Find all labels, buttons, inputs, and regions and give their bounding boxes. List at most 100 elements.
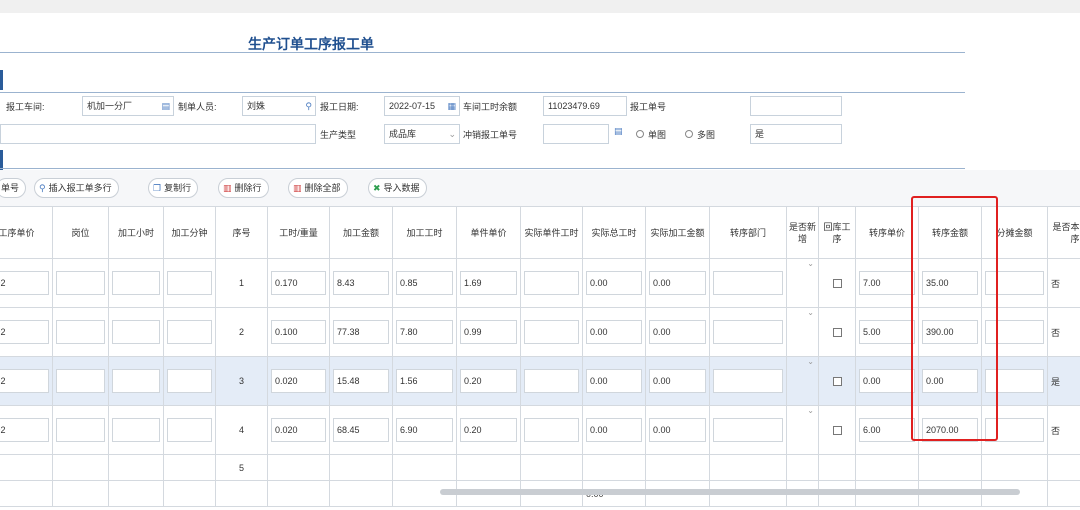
return-proc-checkbox[interactable] [832,377,842,387]
transfer-dept-cell[interactable] [713,320,783,344]
col-header[interactable]: 实际总工时 [582,206,646,259]
lookup-icon[interactable]: ▤ [161,97,170,115]
transfer-price-cell[interactable]: 0.00 [859,369,915,393]
actual-piece-hours-cell[interactable] [524,369,579,393]
col-header[interactable]: 加工工时 [392,206,457,259]
piece-price-cell[interactable]: 0.99 [460,320,517,344]
col-header[interactable]: 加工金额 [329,206,393,259]
col-header[interactable]: 实际加工金额 [645,206,710,259]
col-header[interactable]: 单件单价 [456,206,521,259]
workshop-field[interactable]: 机加一分厂 ▤ [82,96,174,116]
hours-weight-cell[interactable]: 0.020 [271,418,326,442]
amount-cell[interactable]: 68.45 [333,418,389,442]
insert-rows-button[interactable]: ⚲ 插入报工单多行 [34,178,119,198]
hours-weight-cell[interactable]: 0.020 [271,369,326,393]
return-proc-checkbox[interactable] [832,426,842,436]
col-header[interactable]: 回库工序 [818,206,856,259]
transfer-dept-cell[interactable] [713,418,783,442]
transfer-dept-cell[interactable] [713,271,783,295]
production-type-select[interactable]: 成品库 ⌄ [384,124,460,144]
actual-total-hours-cell[interactable]: 0.00 [586,271,642,295]
unit-price-cell[interactable]: 9.92 [0,418,49,442]
proc-minute-cell[interactable] [167,271,212,295]
proc-minute-cell[interactable] [167,320,212,344]
creator-field[interactable]: 刘姝 ⚲ [242,96,316,116]
piece-price-cell[interactable]: 0.20 [460,418,517,442]
import-data-button[interactable]: ✖ 导入数据 [368,178,427,198]
proc-hour-cell[interactable] [112,418,160,442]
is-new-select[interactable]: ⌄ [786,307,819,357]
proc-hours-cell[interactable]: 0.85 [396,271,453,295]
actual-total-hours-cell[interactable]: 0.00 [586,320,642,344]
actual-total-hours-cell[interactable]: 0.00 [586,418,642,442]
offset-report-field[interactable] [543,124,609,144]
actual-piece-hours-cell[interactable] [524,271,579,295]
actual-total-hours-cell[interactable]: 0.00 [586,369,642,393]
chevron-down-icon[interactable]: ⌄ [448,125,456,143]
col-header[interactable]: 加工小时 [108,206,164,259]
post-cell[interactable] [56,271,105,295]
this-proc-cell[interactable]: 是 [1047,356,1080,406]
actual-amount-cell[interactable]: 0.00 [649,320,706,344]
workshop-balance-field[interactable]: 11023479.69 [543,96,627,116]
person-icon[interactable]: ⚲ [305,97,312,115]
extra-field[interactable] [0,124,316,144]
amount-cell[interactable]: 15.48 [333,369,389,393]
transfer-price-cell[interactable]: 5.00 [859,320,915,344]
piece-price-cell[interactable]: 1.69 [460,271,517,295]
radio-multi[interactable] [685,130,693,138]
proc-hours-cell[interactable]: 1.56 [396,369,453,393]
proc-hour-cell[interactable] [112,271,160,295]
is-new-select[interactable]: ⌄ [786,258,819,308]
col-header[interactable]: 是否新增 [786,206,819,259]
this-proc-cell[interactable]: 否 [1047,258,1080,308]
radio-single[interactable] [636,130,644,138]
return-proc-checkbox[interactable] [832,279,842,289]
order-no-button[interactable]: 单号 [0,178,27,198]
delete-all-button[interactable]: ▥ 删除全部 [288,178,348,198]
report-no-field[interactable] [750,96,842,116]
col-header[interactable]: 工时/重量 [267,206,330,259]
post-cell[interactable] [56,320,105,344]
amount-cell[interactable]: 8.43 [333,271,389,295]
actual-amount-cell[interactable]: 0.00 [649,369,706,393]
is-new-select[interactable]: ⌄ [786,405,819,455]
delete-row-button[interactable]: ▥ 删除行 [218,178,269,198]
post-cell[interactable] [56,369,105,393]
unit-price-cell[interactable]: 9.92 [0,320,49,344]
transfer-price-cell[interactable]: 6.00 [859,418,915,442]
return-proc-checkbox[interactable] [832,328,842,338]
col-header[interactable]: 加工分钟 [163,206,216,259]
transfer-dept-cell[interactable] [713,369,783,393]
proc-minute-cell[interactable] [167,369,212,393]
unit-price-cell[interactable]: 9.92 [0,369,49,393]
col-header[interactable]: 岗位 [52,206,109,259]
transfer-price-cell[interactable]: 7.00 [859,271,915,295]
document-icon[interactable]: ▤ [614,126,623,137]
proc-hours-cell[interactable]: 6.90 [396,418,453,442]
amount-cell[interactable]: 77.38 [333,320,389,344]
proc-hours-cell[interactable]: 7.80 [396,320,453,344]
actual-amount-cell[interactable]: 0.00 [649,418,706,442]
col-header[interactable]: 实际单件工时 [520,206,583,259]
col-header[interactable]: 工序单价 [0,206,53,259]
proc-minute-cell[interactable] [167,418,212,442]
is-new-select[interactable]: ⌄ [786,356,819,406]
horizontal-scrollbar[interactable] [440,489,1020,495]
this-proc-cell[interactable]: 否 [1047,307,1080,357]
proc-hour-cell[interactable] [112,369,160,393]
proc-hour-cell[interactable] [112,320,160,344]
col-header[interactable]: 是否本道工序 [1047,206,1080,259]
flag-field[interactable]: 是 [750,124,842,144]
hours-weight-cell[interactable]: 0.100 [271,320,326,344]
actual-piece-hours-cell[interactable] [524,418,579,442]
report-date-field[interactable]: 2022-07-15 ▦ [384,96,460,116]
col-header[interactable]: 转序部门 [709,206,787,259]
unit-price-cell[interactable]: 9.92 [0,271,49,295]
actual-piece-hours-cell[interactable] [524,320,579,344]
col-header[interactable]: 序号 [215,206,268,259]
post-cell[interactable] [56,418,105,442]
table-row[interactable]: 5 [0,454,1080,481]
hours-weight-cell[interactable]: 0.170 [271,271,326,295]
piece-price-cell[interactable]: 0.20 [460,369,517,393]
